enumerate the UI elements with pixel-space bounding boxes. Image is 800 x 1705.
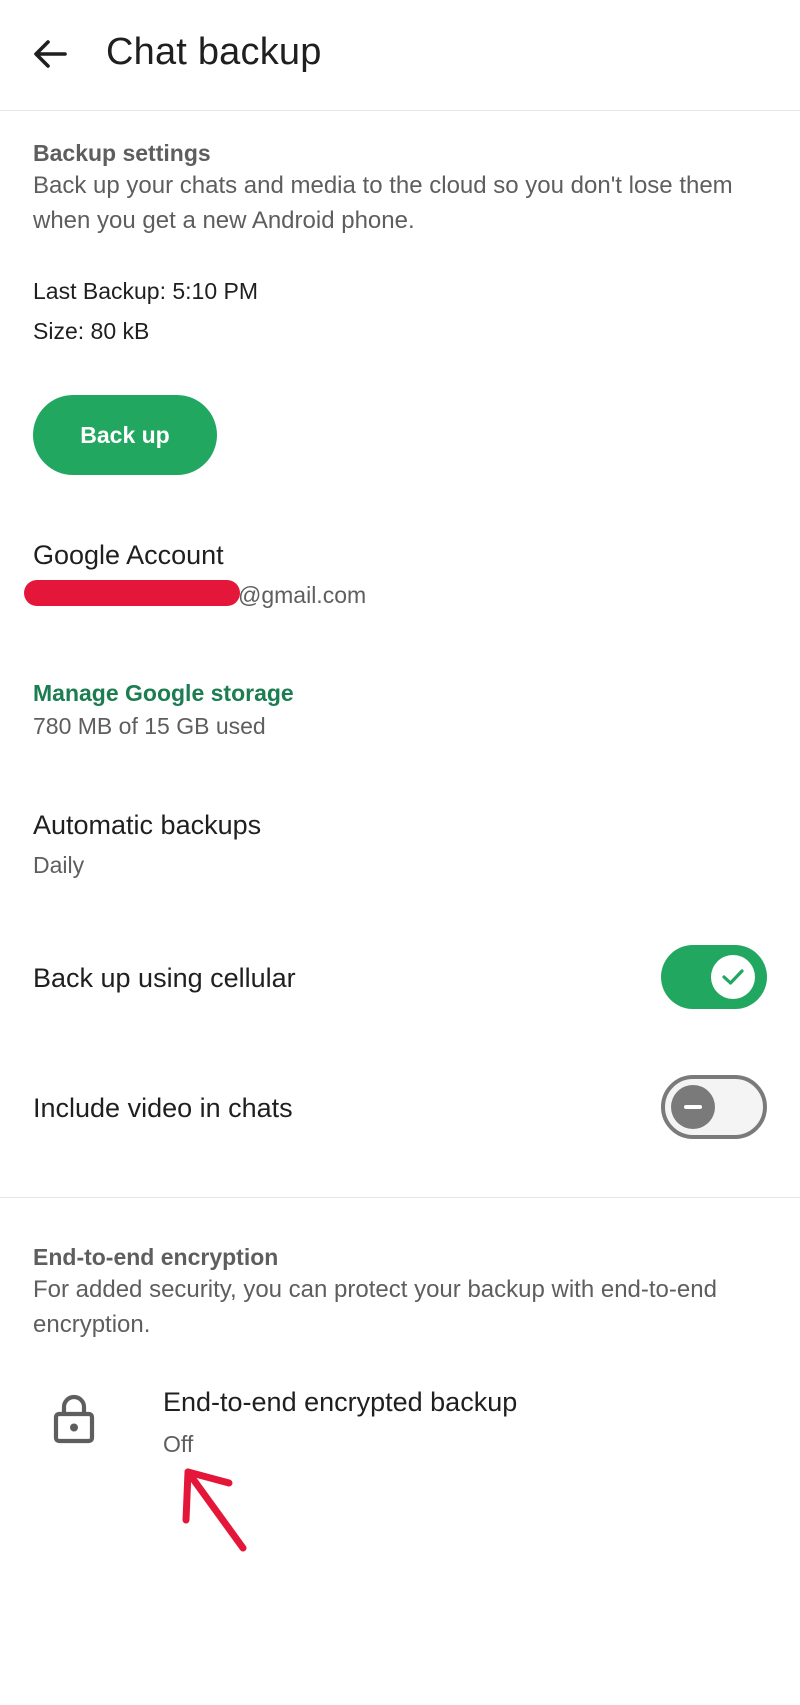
automatic-backups-title: Automatic backups [33, 810, 262, 840]
manage-google-storage-link[interactable]: Manage Google storage [33, 680, 294, 707]
section-divider [0, 1197, 800, 1198]
encrypted-backup-title: End-to-end encrypted backup [163, 1387, 518, 1417]
storage-usage-text: 780 MB of 15 GB used [33, 713, 266, 739]
minus-icon [684, 1105, 702, 1109]
lock-icon [53, 1394, 95, 1444]
toggle-knob [671, 1085, 715, 1129]
account-email: @gmail.com [238, 582, 367, 608]
include-video-label: Include video in chats [33, 1093, 293, 1123]
toggle-knob [711, 955, 755, 999]
check-icon [722, 969, 744, 985]
annotation-arrow [182, 1468, 247, 1552]
arrow-left-icon [34, 40, 67, 68]
encryption-description: For added security, you can protect your… [33, 1276, 717, 1338]
google-account-title: Google Account [33, 540, 224, 570]
top-app-bar: Chat backup [0, 0, 800, 111]
cellular-backup-toggle[interactable] [661, 945, 767, 1009]
cellular-backup-label: Back up using cellular [33, 963, 296, 993]
section-title-encryption: End-to-end encryption [33, 1244, 279, 1270]
back-up-button[interactable]: Back up [33, 395, 217, 475]
last-backup-text: Last Backup: 5:10 PM [33, 278, 259, 304]
page-title: Chat backup [106, 31, 322, 73]
backup-size-text: Size: 80 kB [33, 318, 150, 344]
include-video-toggle[interactable] [661, 1075, 767, 1139]
backup-settings-description: Back up your chats and media to the clou… [33, 172, 733, 234]
back-button[interactable] [22, 26, 78, 82]
encrypted-backup-status: Off [163, 1431, 194, 1457]
section-title-backup-settings: Backup settings [33, 140, 211, 166]
redaction-mark [24, 580, 240, 606]
automatic-backups-value: Daily [33, 852, 85, 878]
